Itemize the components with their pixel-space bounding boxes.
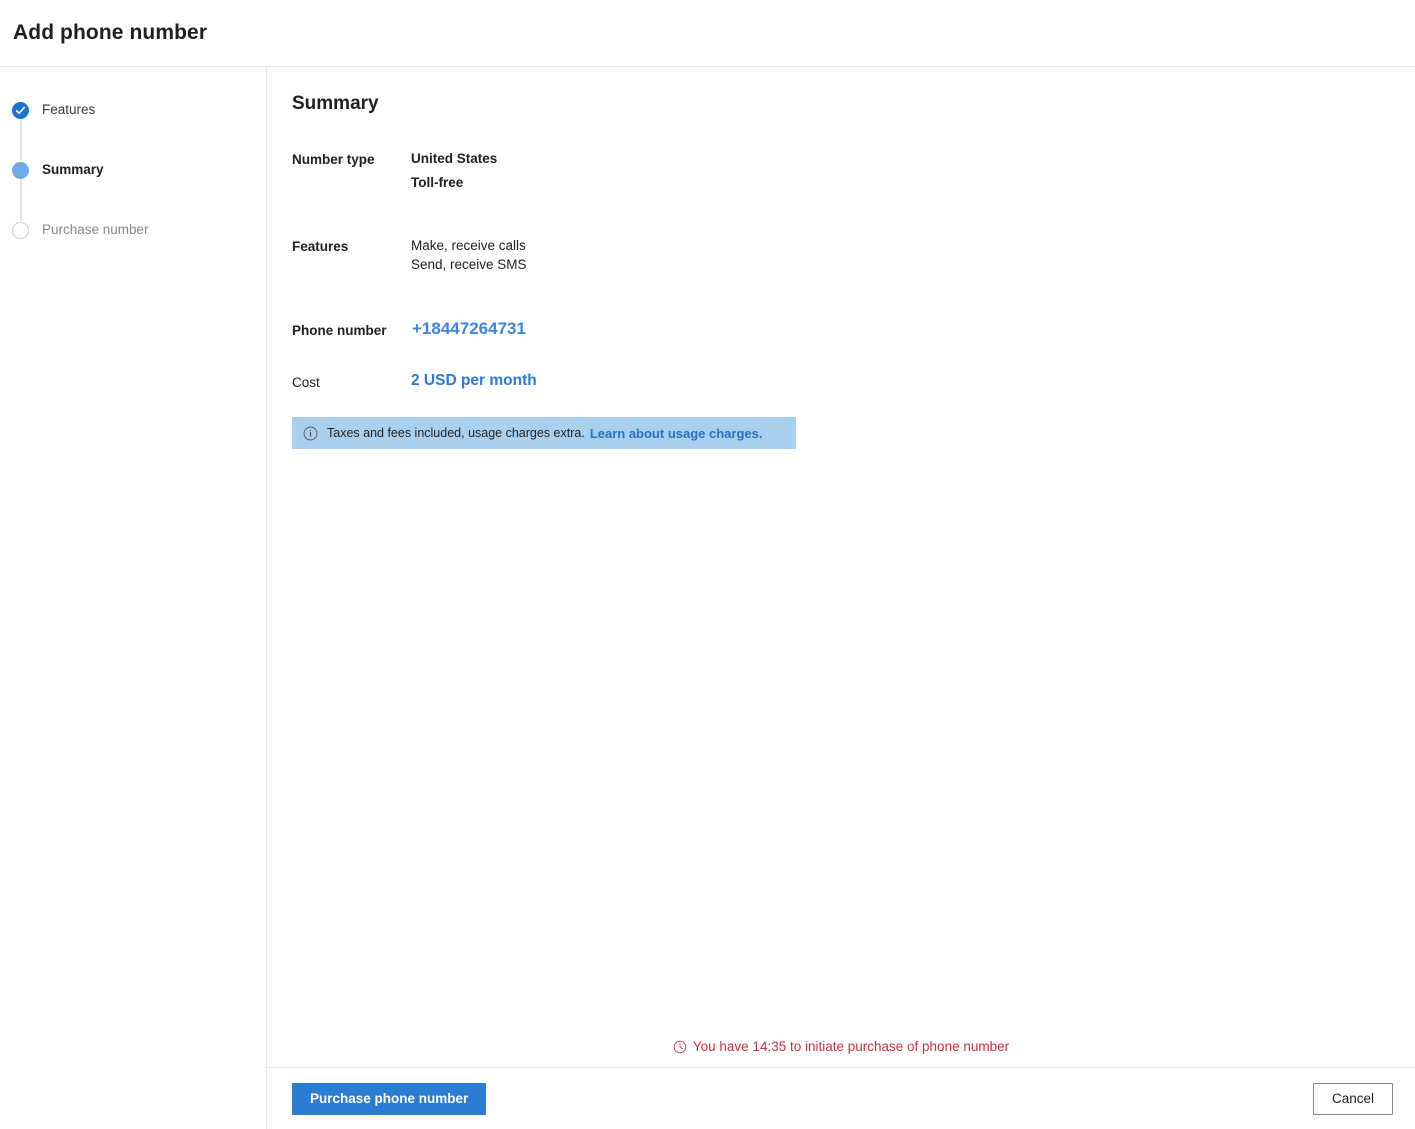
purchase-countdown: You have 14:35 to initiate purchase of p… xyxy=(267,1039,1415,1054)
wizard-steps: Features Summary Purchase number xyxy=(0,101,266,247)
add-phone-number-dialog: Add phone number Features Summary Purcha… xyxy=(0,0,1415,1129)
summary-row-number-type: Number type United States Toll-free xyxy=(292,149,1415,192)
number-type-country: United States xyxy=(411,151,498,166)
main-panel: Summary Number type United States Toll-f… xyxy=(267,67,1415,1129)
cancel-button[interactable]: Cancel xyxy=(1313,1082,1393,1115)
step-connector-line xyxy=(20,119,22,161)
step-connector-line xyxy=(20,179,22,221)
sidebar-item-purchase-number[interactable]: Purchase number xyxy=(12,221,266,247)
summary-row-features: Features Make, receive calls Send, recei… xyxy=(292,236,1415,274)
phone-number-value: +18447264731 xyxy=(412,319,526,338)
page-title: Add phone number xyxy=(13,21,208,44)
countdown-text: You have 14:35 to initiate purchase of p… xyxy=(692,1039,1010,1054)
sidebar-item-label: Features xyxy=(42,102,96,117)
clock-icon xyxy=(673,1040,687,1054)
number-type-kind: Toll-free xyxy=(411,175,464,190)
features-value: Make, receive calls Send, receive SMS xyxy=(411,236,527,274)
sidebar-item-label: Purchase number xyxy=(42,222,149,237)
summary-content: Summary Number type United States Toll-f… xyxy=(267,67,1415,1067)
summary-row-phone-number: Phone number +18447264731 xyxy=(292,318,1415,340)
info-circle-icon xyxy=(303,426,318,441)
learn-about-usage-charges-link[interactable]: Learn about usage charges. xyxy=(590,426,763,441)
filled-circle-icon xyxy=(12,162,29,179)
section-title: Summary xyxy=(292,93,379,114)
number-type-label: Number type xyxy=(292,152,375,167)
cost-value: 2 USD per month xyxy=(411,372,537,389)
cost-label: Cost xyxy=(292,375,320,390)
features-label: Features xyxy=(292,239,349,254)
sidebar-item-summary[interactable]: Summary xyxy=(12,161,266,221)
dialog-header: Add phone number xyxy=(0,0,1415,67)
usage-charges-info-bar: Taxes and fees included, usage charges e… xyxy=(292,417,796,449)
feature-item: Send, receive SMS xyxy=(411,257,527,272)
phone-number-label: Phone number xyxy=(292,323,387,338)
check-circle-icon xyxy=(12,102,29,119)
dialog-footer: Purchase phone number Cancel xyxy=(267,1067,1415,1129)
purchase-phone-number-button[interactable]: Purchase phone number xyxy=(292,1082,487,1115)
sidebar-item-features[interactable]: Features xyxy=(12,101,266,161)
wizard-rail: Features Summary Purchase number xyxy=(0,67,267,1129)
number-type-value: United States Toll-free xyxy=(411,149,497,192)
info-bar-text: Taxes and fees included, usage charges e… xyxy=(327,426,585,440)
sidebar-item-label: Summary xyxy=(42,162,104,177)
summary-row-cost: Cost 2 USD per month xyxy=(292,370,1415,392)
feature-item: Make, receive calls xyxy=(411,238,526,253)
empty-circle-icon xyxy=(12,222,29,239)
dialog-body: Features Summary Purchase number Summary… xyxy=(0,67,1415,1129)
